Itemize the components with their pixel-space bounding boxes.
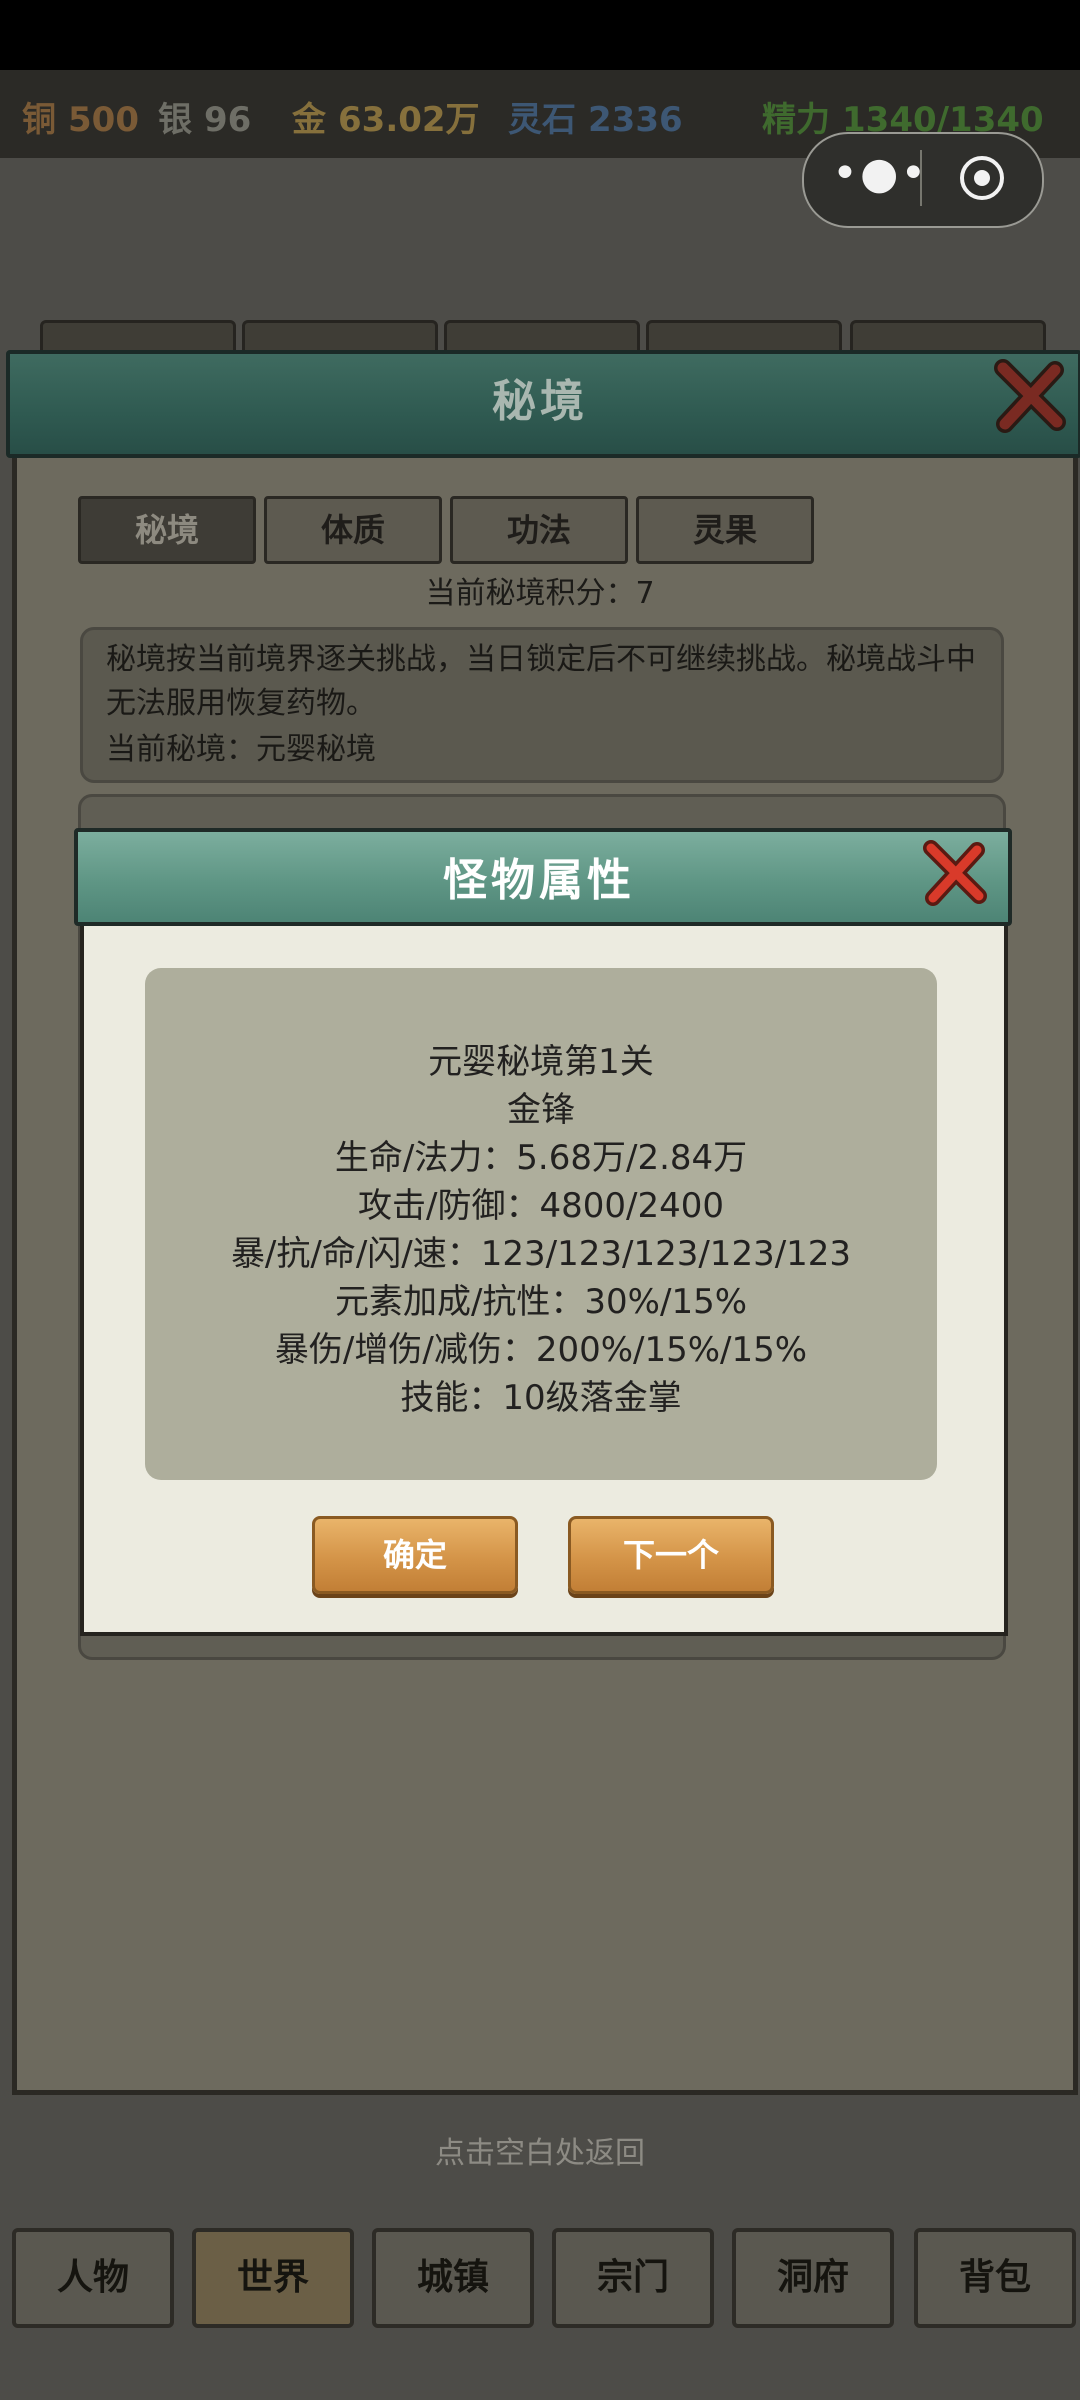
monster-skill: 技能：10级落金掌 [400, 1378, 682, 1418]
dialog-title: 怪物属性 [443, 855, 635, 906]
target-circle-icon[interactable] [958, 154, 1006, 202]
nav-cave[interactable]: 洞府 [732, 2228, 894, 2328]
next-button[interactable]: 下一个 [568, 1516, 774, 1594]
silver-value: 96 [204, 100, 252, 140]
monster-stage: 元婴秘境第1关 [428, 1042, 654, 1082]
close-icon[interactable] [985, 352, 1075, 442]
confirm-button[interactable]: 确定 [312, 1516, 518, 1594]
nav-town[interactable]: 城镇 [372, 2228, 534, 2328]
spirit-stone-resource: 灵石 2336 [508, 92, 683, 141]
gold-value: 63.02万 [338, 100, 480, 140]
spirit-stone-label: 灵石 [508, 100, 576, 140]
copper-resource: 铜 500 [22, 92, 139, 141]
status-bar [0, 0, 1080, 70]
nav-sect[interactable]: 宗门 [552, 2228, 714, 2328]
description-text: 秘境按当前境界逐关挑战，当日锁定后不可继续挑战。秘境战斗中无法服用恢复药物。 [106, 642, 976, 721]
silver-label: 银 [158, 100, 192, 140]
monster-element: 元素加成/抗性：30%/15% [334, 1282, 748, 1322]
realm-score: 当前秘境积分：7 [425, 576, 655, 611]
panel-title: 秘境 [492, 376, 588, 427]
copper-value: 500 [68, 100, 139, 140]
silver-resource: 银 96 [158, 92, 251, 141]
tab-secret-realm[interactable]: 秘境 [78, 496, 256, 564]
more-dots-icon[interactable]: •●• [832, 148, 926, 208]
nav-world[interactable]: 世界 [192, 2228, 354, 2328]
tab-spirit-fruit[interactable]: 灵果 [636, 496, 814, 564]
monster-damage-mods: 暴伤/增伤/减伤：200%/15%/15% [274, 1330, 808, 1370]
monster-stats: 暴/抗/命/闪/速：123/123/123/123/123 [230, 1234, 852, 1274]
close-icon[interactable] [915, 834, 995, 914]
copper-label: 铜 [22, 100, 56, 140]
monster-name: 金锋 [507, 1090, 575, 1130]
monster-hp-mp: 生命/法力：5.68万/2.84万 [334, 1138, 748, 1178]
capsule-divider [920, 150, 922, 206]
tab-technique[interactable]: 功法 [450, 496, 628, 564]
monster-atk-def: 攻击/防御：4800/2400 [358, 1186, 724, 1226]
current-realm-text: 当前秘境：元婴秘境 [106, 732, 376, 767]
energy-label: 精力 [762, 100, 830, 140]
gold-label: 金 [292, 100, 326, 140]
tab-physique[interactable]: 体质 [264, 496, 442, 564]
nav-backpack[interactable]: 背包 [914, 2228, 1076, 2328]
nav-character[interactable]: 人物 [12, 2228, 174, 2328]
spirit-stone-value: 2336 [588, 100, 683, 140]
tap-blank-hint: 点击空白处返回 [435, 2136, 645, 2171]
gold-resource: 金 63.02万 [292, 92, 480, 141]
